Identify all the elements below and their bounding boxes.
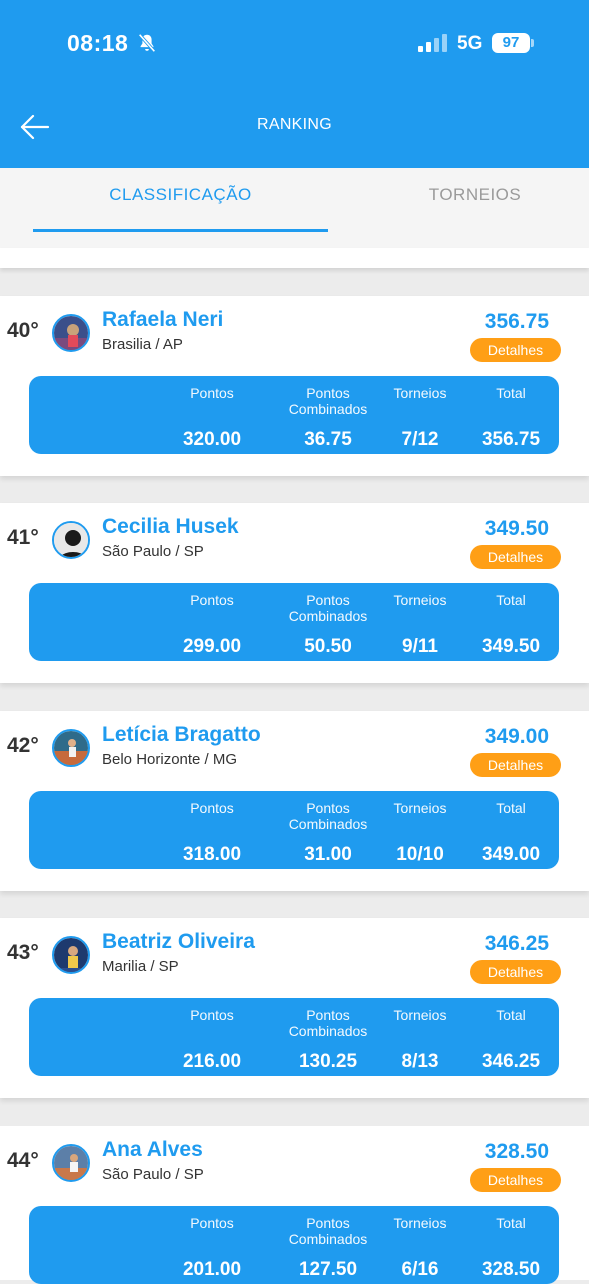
- stat-label-total: Total: [496, 592, 526, 608]
- rank-position: 43°: [7, 941, 39, 964]
- player-name[interactable]: Letícia Bragatto: [102, 723, 261, 747]
- avatar: [52, 314, 90, 352]
- player-name[interactable]: Rafaela Neri: [102, 308, 223, 332]
- details-button[interactable]: Detalhes: [470, 545, 561, 569]
- stats-panel: Pontos Pontos Combinados Torneios Total …: [29, 583, 559, 661]
- player-total: 328.50: [484, 1140, 549, 1163]
- tab-bar: CLASSIFICAÇÃO TORNEIOS: [0, 168, 589, 248]
- stat-value-torneios: 6/16: [401, 1259, 439, 1280]
- details-button[interactable]: Detalhes: [470, 960, 561, 984]
- details-button[interactable]: Detalhes: [470, 753, 561, 777]
- stat-value-torneios: 10/10: [396, 844, 444, 865]
- rank-position: 42°: [7, 734, 39, 757]
- active-tab-indicator: [33, 229, 328, 232]
- player-city: Brasilia / AP: [102, 336, 183, 353]
- stat-value-pontos: 320.00: [182, 429, 242, 450]
- stat-label-pontos: Pontos: [190, 1215, 234, 1231]
- stat-value-total: 346.25: [481, 1051, 541, 1072]
- player-total: 356.75: [484, 310, 549, 333]
- network-type: 5G: [457, 33, 483, 54]
- player-city: São Paulo / SP: [102, 1166, 204, 1183]
- signal-icon: [418, 34, 447, 52]
- stat-value-pontos: 216.00: [182, 1051, 242, 1072]
- battery-tip: [531, 39, 534, 47]
- stat-value-total: 349.00: [481, 844, 541, 865]
- stat-label-torneios: Torneios: [393, 1007, 447, 1023]
- details-button[interactable]: Detalhes: [470, 1168, 561, 1192]
- player-name[interactable]: Cecilia Husek: [102, 515, 239, 539]
- stat-label-total: Total: [496, 1215, 526, 1231]
- player-total: 346.25: [484, 932, 549, 955]
- player-city: Belo Horizonte / MG: [102, 751, 238, 768]
- avatar: [52, 521, 90, 559]
- avatar: [52, 936, 90, 974]
- stat-label-torneios: Torneios: [393, 385, 447, 401]
- stat-label-pontos: Pontos: [190, 385, 234, 401]
- tab-torneios[interactable]: TORNEIOS: [360, 168, 589, 248]
- ranking-card: 40° Rafaela Neri Brasilia / AP 356.75 De…: [0, 296, 589, 476]
- player-city: Marilia / SP: [102, 958, 179, 975]
- player-total: 349.00: [484, 725, 549, 748]
- stat-value-combinados: 31.00: [304, 844, 352, 865]
- ranking-card: 41° Cecilia Husek São Paulo / SP 349.50 …: [0, 503, 589, 683]
- stat-value-combinados: 36.75: [304, 429, 352, 450]
- player-total: 349.50: [484, 517, 549, 540]
- stat-value-torneios: 7/12: [401, 429, 439, 450]
- ranking-card: 42° Letícia Bragatto Belo Horizonte / MG…: [0, 711, 589, 891]
- ranking-card: 43° Beatriz Oliveira Marilia / SP 346.25…: [0, 918, 589, 1098]
- stat-label-combinados: Pontos Combinados: [288, 592, 368, 624]
- details-button[interactable]: Detalhes: [470, 338, 561, 362]
- stat-label-torneios: Torneios: [393, 800, 447, 816]
- rank-position: 41°: [7, 526, 39, 549]
- stats-panel: Pontos Pontos Combinados Torneios Total …: [29, 1206, 559, 1284]
- stat-value-total: 328.50: [481, 1259, 541, 1280]
- bell-muted-icon: [138, 33, 156, 53]
- previous-card-edge: [0, 248, 589, 268]
- stat-value-total: 349.50: [481, 636, 541, 657]
- tab-label: TORNEIOS: [428, 185, 522, 204]
- tab-classificacao[interactable]: CLASSIFICAÇÃO: [33, 168, 328, 248]
- stat-label-combinados: Pontos Combinados: [288, 800, 368, 832]
- stat-value-combinados: 130.25: [298, 1051, 358, 1072]
- stat-value-combinados: 50.50: [304, 636, 352, 657]
- player-city: São Paulo / SP: [102, 543, 204, 560]
- stat-value-torneios: 8/13: [401, 1051, 439, 1072]
- stat-label-combinados: Pontos Combinados: [288, 385, 368, 417]
- page-title: RANKING: [257, 116, 332, 133]
- avatar: [52, 729, 90, 767]
- stat-value-torneios: 9/11: [402, 636, 438, 657]
- avatar: [52, 1144, 90, 1182]
- stat-value-pontos: 299.00: [182, 636, 242, 657]
- stat-label-combinados: Pontos Combinados: [288, 1007, 368, 1039]
- player-name[interactable]: Beatriz Oliveira: [102, 930, 255, 954]
- battery-icon: 97: [492, 33, 530, 53]
- stat-label-total: Total: [496, 385, 526, 401]
- tab-label: CLASSIFICAÇÃO: [109, 185, 252, 204]
- app-header: 08:18 5G 97 RANKING: [0, 0, 589, 168]
- stat-value-pontos: 318.00: [182, 844, 242, 865]
- rank-position: 44°: [7, 1149, 39, 1172]
- stat-label-torneios: Torneios: [393, 1215, 447, 1231]
- stats-panel: Pontos Pontos Combinados Torneios Total …: [29, 998, 559, 1076]
- ranking-card: 44° Ana Alves São Paulo / SP 328.50 Deta…: [0, 1126, 589, 1284]
- stat-label-combinados: Pontos Combinados: [288, 1215, 368, 1247]
- status-time: 08:18: [67, 30, 129, 56]
- stat-label-torneios: Torneios: [393, 592, 447, 608]
- stat-value-combinados: 127.50: [298, 1259, 358, 1280]
- player-name[interactable]: Ana Alves: [102, 1138, 203, 1162]
- stat-label-pontos: Pontos: [190, 800, 234, 816]
- stat-label-pontos: Pontos: [190, 1007, 234, 1023]
- rank-position: 40°: [7, 319, 39, 342]
- stat-label-total: Total: [496, 1007, 526, 1023]
- stat-value-total: 356.75: [481, 429, 541, 450]
- stat-value-pontos: 201.00: [182, 1259, 242, 1280]
- stats-panel: Pontos Pontos Combinados Torneios Total …: [29, 791, 559, 869]
- stats-panel: Pontos Pontos Combinados Torneios Total …: [29, 376, 559, 454]
- stat-label-total: Total: [496, 800, 526, 816]
- stat-label-pontos: Pontos: [190, 592, 234, 608]
